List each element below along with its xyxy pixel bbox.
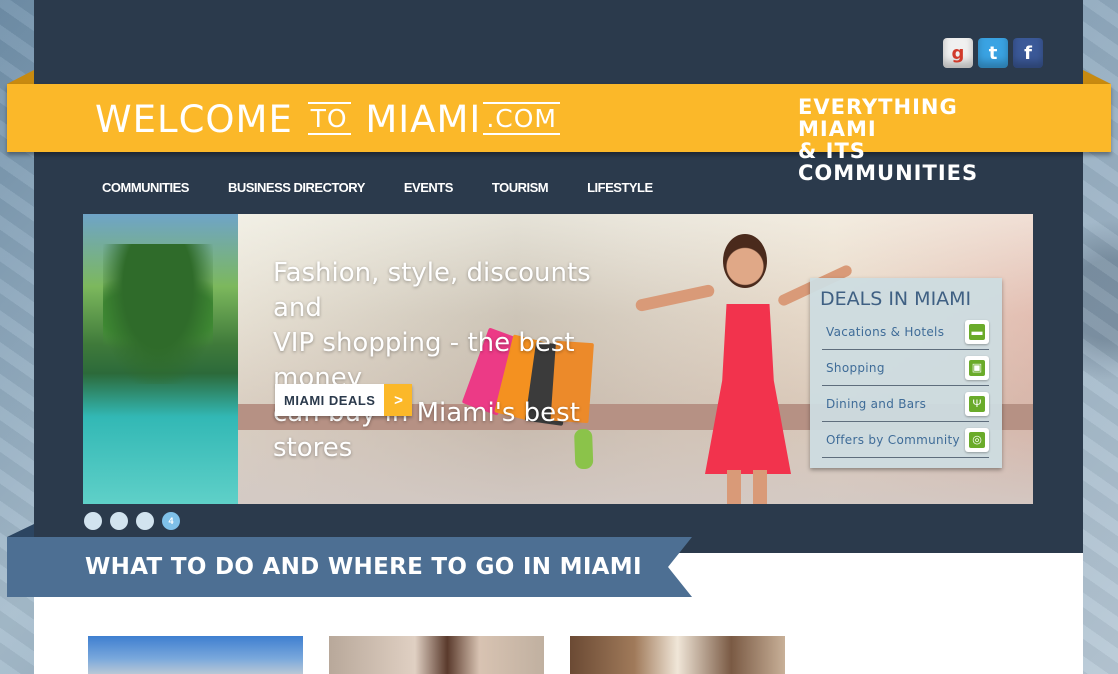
thumbnail-row [88,636,785,674]
thumbnail-people[interactable] [570,636,785,674]
twitter-icon[interactable]: t [978,38,1008,68]
bag-icon: ▣ [965,356,989,380]
deal-dining-bars[interactable]: Dining and Bars Ψ [822,387,989,422]
facebook-icon[interactable]: f [1013,38,1043,68]
slider-dot-2[interactable] [110,512,128,530]
deal-label: Shopping [826,361,885,375]
logo-miami: MIAMI [365,98,482,141]
thumbnail-woman[interactable] [329,636,544,674]
facebook-letter: f [1024,42,1032,64]
deal-label: Offers by Community [826,433,960,447]
miami-deals-label: MIAMI DEALS [275,384,385,416]
google-icon[interactable]: g [943,38,973,68]
woman-shopper-image [634,234,854,504]
main-nav: COMMUNITIES BUSINESS DIRECTORY EVENTS TO… [102,180,692,195]
miami-deals-button[interactable]: MIAMI DEALS > [275,384,413,416]
twitter-letter: t [988,42,998,64]
woman-head [723,234,767,288]
slider-dot-4[interactable]: 4 [162,512,180,530]
deal-label: Vacations & Hotels [826,325,945,339]
logo-welcome: WELCOME [95,98,293,141]
header-band-fold-right [1083,70,1111,84]
nav-tourism[interactable]: TOURISM [492,180,549,195]
deals-panel: DEALS IN MIAMI Vacations & Hotels ▬ Shop… [810,278,1002,468]
fork-knife-icon: Ψ [965,392,989,416]
slider-pagination: 4 [84,512,180,530]
deal-shopping[interactable]: Shopping ▣ [822,351,989,386]
ribbon-fold [7,524,34,537]
site-tagline: EVERYTHING MIAMI & ITS COMMUNITIES [798,96,1043,184]
top-strip: g t f [34,0,1083,84]
arrow-right-icon: > [384,384,413,416]
header-band-fold-left [7,70,34,84]
deals-title: DEALS IN MIAMI [820,288,972,310]
bed-icon: ▬ [965,320,989,344]
google-letter: g [951,42,965,64]
deal-label: Dining and Bars [826,397,927,411]
tagline-line2: & ITS COMMUNITIES [798,139,979,185]
thumbnail-city[interactable] [88,636,303,674]
tagline-line1: EVERYTHING MIAMI [798,95,958,141]
hero-slider: Fashion, style, discounts and VIP shoppi… [83,214,1033,504]
hero-headline: Fashion, style, discounts and VIP shoppi… [273,256,633,466]
logo-to: TO [307,102,351,135]
woman-legs [727,470,767,504]
nav-lifestyle[interactable]: LIFESTYLE [587,180,653,195]
palm-trees [103,244,213,384]
hero-line1: Fashion, style, discounts and [273,258,591,323]
social-links: g t f [943,38,1043,68]
deal-offers-by-community[interactable]: Offers by Community ◎ [822,423,989,458]
slider-dot-1[interactable] [84,512,102,530]
section-title: WHAT TO DO AND WHERE TO GO IN MIAMI [85,554,642,580]
nav-events[interactable]: EVENTS [404,180,454,195]
header-band: WELCOME TO MIAMI .COM EVERYTHING MIAMI & … [7,84,1111,184]
pool-photo [83,214,238,504]
lightbulb-icon: ◎ [965,428,989,452]
slider-dot-3[interactable] [136,512,154,530]
nav-communities[interactable]: COMMUNITIES [102,180,189,195]
woman-dress [705,304,791,474]
slider-dot-label: 4 [168,516,174,526]
logo-dotcom: .COM [483,102,560,135]
nav-business-directory[interactable]: BUSINESS DIRECTORY [228,180,365,195]
deal-vacations-hotels[interactable]: Vacations & Hotels ▬ [822,315,989,350]
site-logo[interactable]: WELCOME TO MIAMI .COM [95,98,562,141]
